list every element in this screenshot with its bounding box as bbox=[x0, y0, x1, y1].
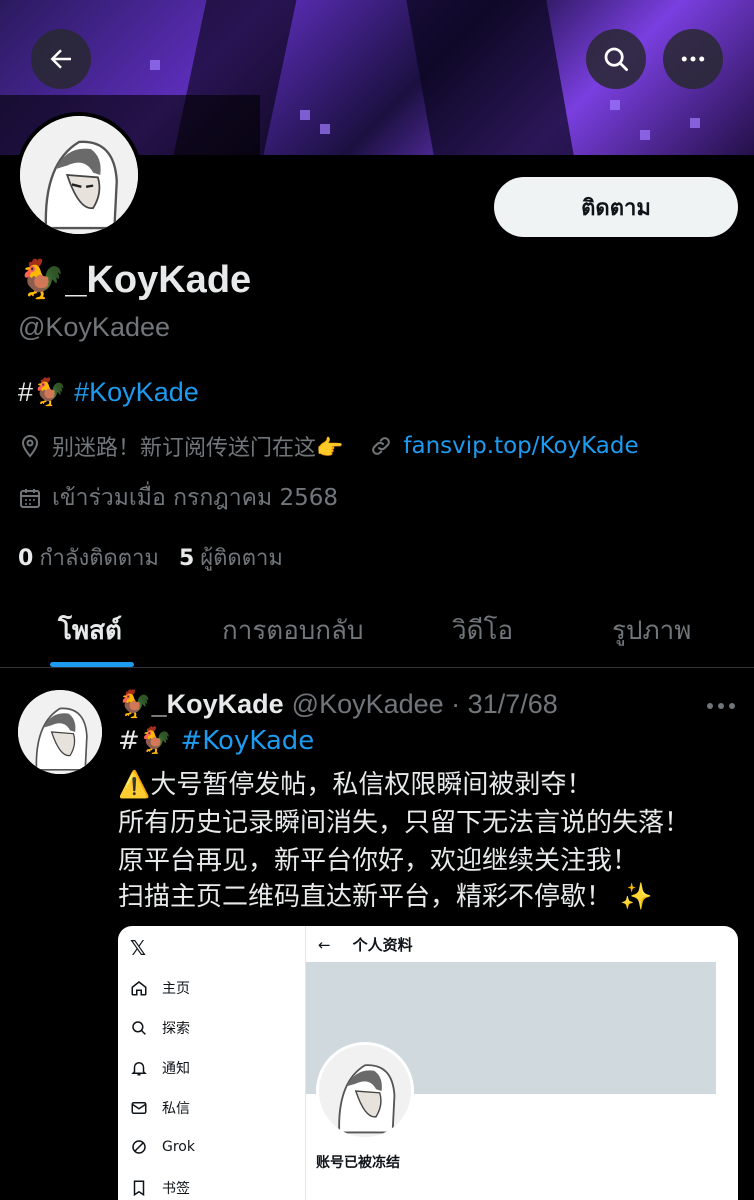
active-tab-indicator bbox=[50, 662, 134, 667]
bio-prefix: #🐓 bbox=[18, 377, 75, 407]
followers-link[interactable]: 5 ผู้ติดตาม bbox=[179, 540, 283, 575]
embed-topbar: ← 个人资料 bbox=[318, 934, 413, 955]
avatar-illustration bbox=[18, 690, 102, 774]
location-text: 别迷路！新订阅传送门在这👉 bbox=[52, 436, 344, 461]
embed-nav-label: 通知 bbox=[162, 1061, 190, 1077]
following-link[interactable]: 0 กำลังติดตาม bbox=[18, 540, 159, 575]
profile-website-link[interactable]: fansvip.top/KoyKade bbox=[403, 433, 638, 459]
search-icon bbox=[604, 47, 628, 71]
bell-icon bbox=[131, 1062, 147, 1076]
embed-title: 个人资料 bbox=[352, 936, 413, 954]
following-label: กำลังติดตาม bbox=[39, 546, 159, 571]
back-button[interactable] bbox=[31, 29, 91, 89]
x-logo-icon: 𝕏 bbox=[130, 938, 147, 960]
location-pin-icon bbox=[21, 434, 39, 458]
embed-nav-item: 通知 bbox=[130, 1058, 190, 1078]
profile-meta-location-link: 别迷路！新订阅传送门在这👉 fansvip.top/KoyKade bbox=[18, 430, 639, 462]
embed-nav-item: 探索 bbox=[130, 1018, 190, 1038]
post-text-line: 所有历史记录瞬间消失，只留下无法言说的失落！ bbox=[118, 808, 691, 838]
post-more-icon[interactable] bbox=[704, 696, 738, 716]
post-handle-date[interactable]: @KoyKadee · 31/7/68 bbox=[292, 689, 558, 720]
embed-nav-item: 主页 bbox=[130, 978, 190, 998]
embed-frozen-notice: 账号已被冻结 bbox=[316, 1155, 400, 1171]
follow-stats: 0 กำลังติดตาม 5 ผู้ติดตาม bbox=[18, 540, 283, 575]
grok-icon bbox=[132, 1140, 146, 1154]
embed-nav-label: 主页 bbox=[162, 981, 190, 997]
embed-nav-label: 探索 bbox=[162, 1021, 190, 1037]
user-handle: @KoyKadee bbox=[18, 312, 171, 342]
bookmark-icon bbox=[133, 1180, 145, 1197]
embed-sidebar: 𝕏 主页 探索 通知 私信 Grok 书签 bbox=[118, 926, 306, 1200]
post-text-line: 扫描主页二维码直达新平台，精彩不停歇！ ✨ bbox=[118, 882, 653, 912]
embed-nav-label: 私信 bbox=[162, 1101, 190, 1117]
embed-nav-label: 书签 bbox=[162, 1181, 190, 1197]
bio: #🐓 #KoyKade bbox=[18, 376, 199, 408]
avatar-illustration bbox=[20, 116, 138, 234]
embed-nav-item: 私信 bbox=[130, 1098, 190, 1118]
post-author-name[interactable]: 🐓_KoyKade bbox=[118, 688, 284, 720]
link-icon bbox=[372, 437, 391, 455]
more-horizontal-icon bbox=[681, 56, 705, 62]
calendar-icon bbox=[20, 489, 40, 508]
tab-videos[interactable]: วิดีโอ bbox=[452, 610, 513, 651]
follow-button[interactable]: ติดตาม bbox=[494, 177, 738, 237]
post-text-line: ⚠️大号暂停发帖，私信权限瞬间被剥夺！ bbox=[118, 770, 593, 800]
tab-posts[interactable]: โพสต์ bbox=[58, 610, 122, 651]
embed-nav-item: Grok bbox=[130, 1138, 195, 1156]
joined-date-row: เข้าร่วมเมื่อ กรกฎาคม 2568 bbox=[18, 480, 338, 516]
embed-back-arrow-icon: ← bbox=[318, 935, 331, 954]
mail-icon bbox=[131, 1102, 147, 1114]
search-button[interactable] bbox=[586, 29, 646, 89]
search-icon bbox=[132, 1021, 146, 1035]
avatar-illustration bbox=[319, 1045, 411, 1137]
post-media-image[interactable]: 𝕏 主页 探索 通知 私信 Grok 书签 ← 个人资料 账号已被冻结 bbox=[118, 926, 738, 1200]
tab-replies[interactable]: การตอบกลับ bbox=[222, 610, 364, 651]
post-header: 🐓_KoyKade @KoyKadee · 31/7/68 bbox=[118, 688, 558, 720]
embed-avatar bbox=[316, 1042, 414, 1140]
joined-text: เข้าร่วมเมื่อ กรกฎาคม 2568 bbox=[52, 485, 339, 511]
profile-avatar[interactable] bbox=[16, 112, 142, 238]
bio-hashtag-link[interactable]: #KoyKade bbox=[74, 377, 199, 407]
followers-label: ผู้ติดตาม bbox=[200, 546, 283, 571]
profile-tabs: โพสต์ การตอบกลับ วิดีโอ รูปภาพ bbox=[0, 596, 754, 668]
post-text-line: #🐓 #KoyKade bbox=[118, 726, 314, 756]
tab-media[interactable]: รูปภาพ bbox=[612, 610, 691, 651]
post-author-avatar[interactable] bbox=[18, 690, 102, 774]
followers-count: 5 bbox=[178, 546, 195, 571]
display-name: 🐓_KoyKade bbox=[18, 259, 252, 301]
following-count: 0 bbox=[18, 546, 34, 571]
embed-profile-panel: ← 个人资料 账号已被冻结 bbox=[306, 926, 738, 1200]
arrow-left-icon bbox=[50, 49, 71, 69]
embed-nav-item: 书签 bbox=[130, 1178, 190, 1198]
post-hashtag-link[interactable]: #KoyKade bbox=[180, 726, 314, 756]
post-tag-prefix: #🐓 bbox=[118, 726, 181, 756]
more-options-button[interactable] bbox=[663, 29, 723, 89]
home-icon bbox=[131, 981, 147, 996]
embed-nav-label: Grok bbox=[162, 1139, 195, 1155]
post-text-line: 原平台再见，新平台你好，欢迎继续关注我！ bbox=[118, 846, 639, 876]
